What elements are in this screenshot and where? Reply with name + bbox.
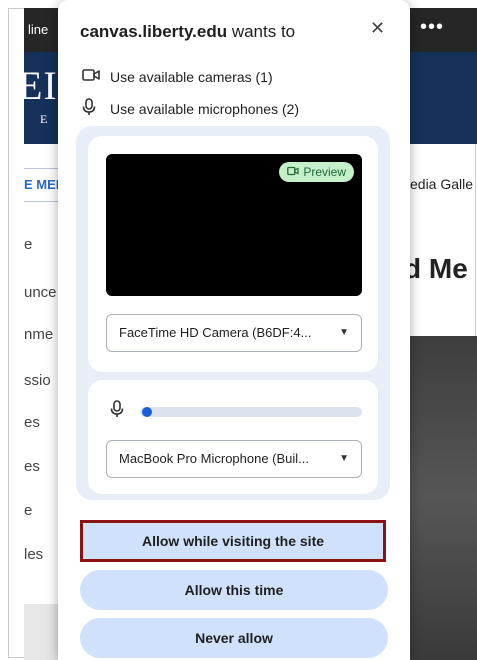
- left-nav-item[interactable]: es: [24, 458, 40, 475]
- permission-popup: canvas.liberty.edu wants to ✕ Use availa…: [58, 0, 410, 660]
- left-nav-item[interactable]: e: [24, 502, 32, 519]
- left-nav-item[interactable]: e: [24, 236, 32, 253]
- left-nav-item[interactable]: ssio: [24, 372, 51, 389]
- media-gallery-link[interactable]: edia Galle: [410, 176, 473, 192]
- dropdown-arrow-icon: ▼: [339, 453, 349, 464]
- preview-label: Preview: [303, 165, 346, 179]
- more-horizontal-icon[interactable]: •••: [420, 16, 444, 39]
- dropdown-arrow-icon: ▼: [339, 327, 349, 338]
- microphone-icon: [82, 98, 102, 119]
- left-nav-item[interactable]: es: [24, 414, 40, 431]
- permission-label: Use available microphones (2): [110, 100, 300, 117]
- permission-label: Use available cameras (1): [110, 68, 273, 85]
- allow-this-time-button[interactable]: Allow this time: [80, 570, 388, 610]
- close-icon[interactable]: ✕: [370, 18, 385, 39]
- page-heading: d Me: [404, 253, 468, 284]
- microphone-select-value: MacBook Pro Microphone (Buil...: [119, 451, 310, 466]
- site-name: canvas.liberty.edu: [80, 22, 228, 41]
- never-allow-button[interactable]: Never allow: [80, 618, 388, 658]
- camera-select[interactable]: FaceTime HD Camera (B6DF:4... ▼: [106, 314, 362, 352]
- popup-title: canvas.liberty.edu wants to: [80, 22, 295, 42]
- title-suffix: wants to: [227, 22, 296, 41]
- left-nav-item[interactable]: les: [24, 546, 43, 563]
- menu-tab[interactable]: E MEN: [24, 168, 60, 202]
- preview-badge: Preview: [279, 162, 354, 182]
- top-bar-text: line: [28, 22, 49, 37]
- microphone-card: MacBook Pro Microphone (Buil... ▼: [88, 380, 378, 494]
- microphone-icon: [110, 400, 124, 423]
- site-logo: EI: [18, 63, 58, 108]
- permission-camera: Use available cameras (1): [82, 68, 273, 85]
- allow-while-visiting-button[interactable]: Allow while visiting the site: [80, 520, 386, 562]
- camera-select-value: FaceTime HD Camera (B6DF:4...: [119, 325, 312, 340]
- camera-card: Preview FaceTime HD Camera (B6DF:4... ▼: [88, 136, 378, 372]
- media-thumbnail: [404, 336, 477, 660]
- left-nav-item[interactable]: nme: [24, 326, 53, 343]
- microphone-level-meter: [140, 407, 362, 417]
- microphone-select[interactable]: MacBook Pro Microphone (Buil... ▼: [106, 440, 362, 478]
- device-panel: Preview FaceTime HD Camera (B6DF:4... ▼ …: [76, 126, 390, 500]
- camera-icon: [82, 68, 102, 85]
- permission-microphone: Use available microphones (2): [82, 98, 299, 119]
- left-nav-item[interactable]: unce: [24, 284, 57, 301]
- camera-preview: Preview: [106, 154, 362, 296]
- microphone-level-indicator: [142, 407, 152, 417]
- video-icon: [287, 165, 299, 179]
